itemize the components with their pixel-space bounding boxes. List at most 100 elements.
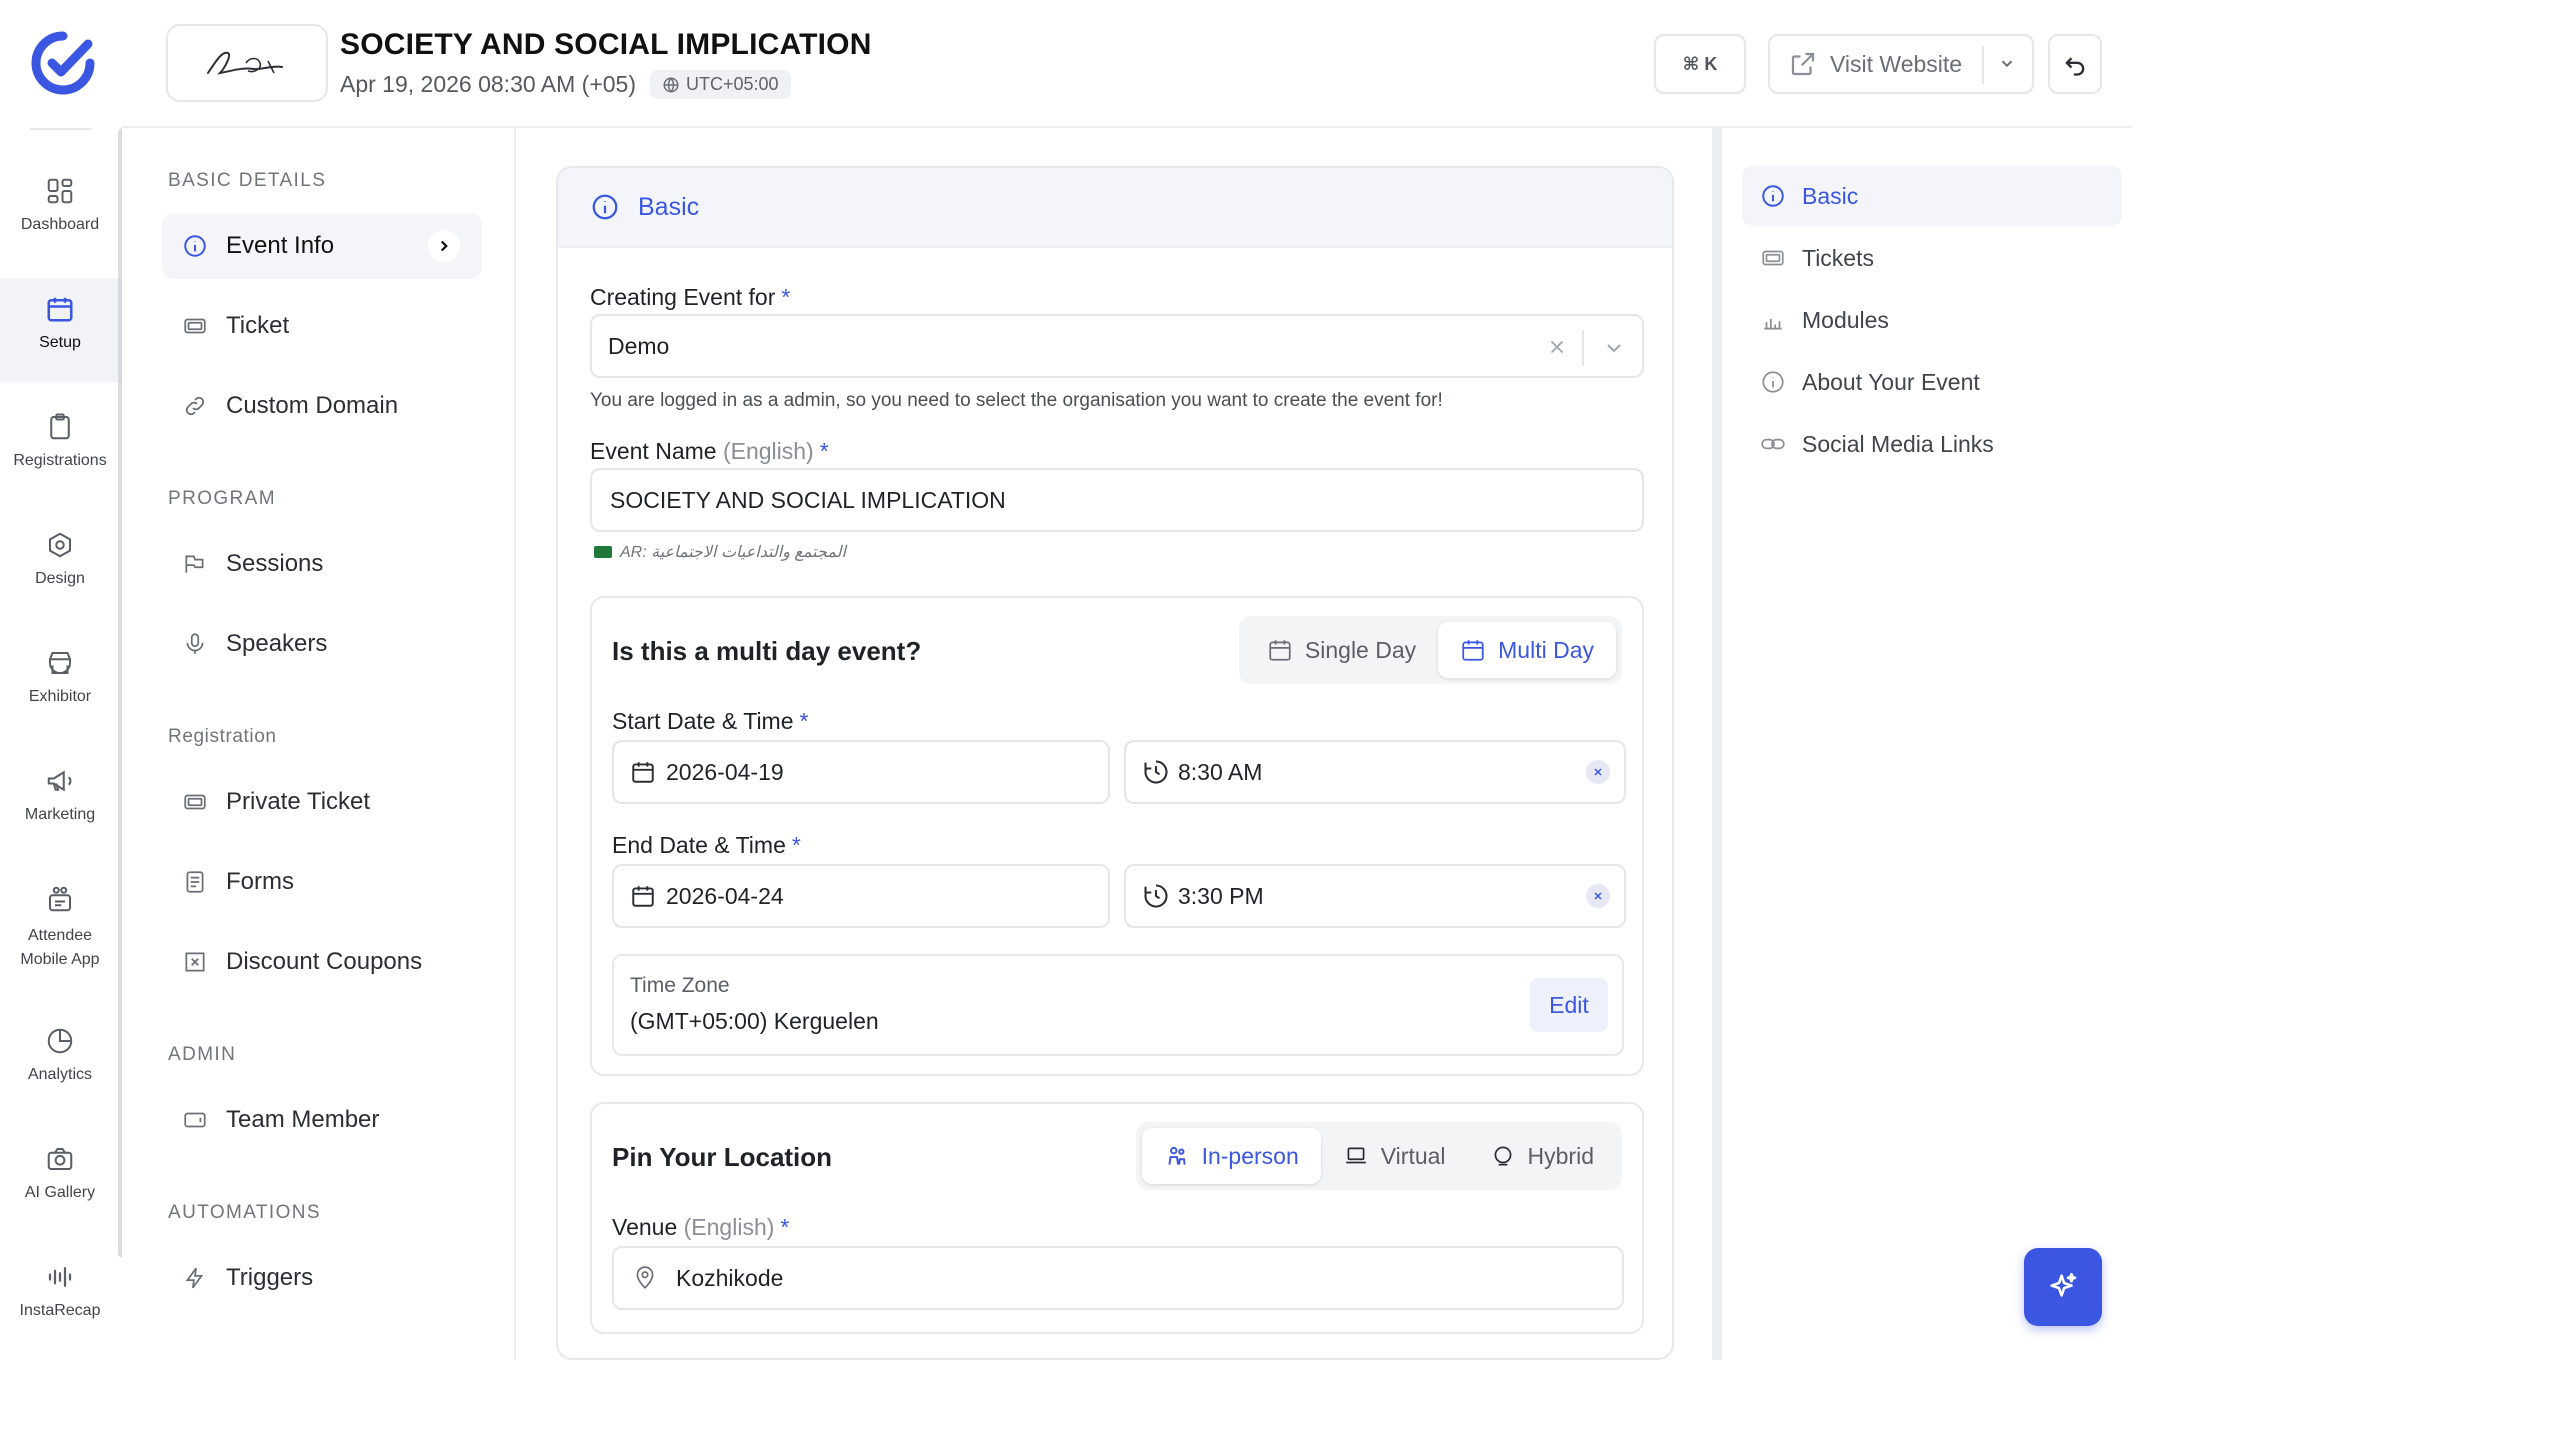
start-date-input[interactable]: 2026-04-19	[612, 740, 1110, 804]
section-sidebar: BASIC DETAILS Event Info Ticket Custom D…	[122, 128, 516, 1360]
multi-day-card: Is this a multi day event? Single Day Mu…	[590, 596, 1644, 1076]
rail-item-dashboard[interactable]: Dashboard	[0, 174, 120, 258]
section-item-team-member[interactable]: Team Member	[162, 1087, 482, 1153]
section-item-label: Triggers	[226, 1264, 314, 1291]
hybrid-icon	[1494, 1146, 1511, 1166]
clear-start-time-icon[interactable]	[1586, 760, 1610, 784]
main-content: Basic Creating Event for * Demo You are l…	[516, 128, 1712, 1360]
sparkle-icon	[2050, 1272, 2077, 1297]
organisation-hint: You are logged in as a admin, so you nee…	[590, 390, 1443, 411]
section-item-speakers[interactable]: Speakers	[162, 611, 482, 677]
rail-label: Marketing	[24, 806, 96, 823]
anchor-about-your-event[interactable]: About Your Event	[1742, 352, 2122, 412]
pie-chart-icon	[43, 1024, 77, 1058]
anchor-label: Basic	[1802, 182, 1859, 209]
start-time-input[interactable]: 8:30 AM	[1124, 740, 1626, 804]
timezone-edit-button[interactable]: Edit	[1530, 978, 1608, 1032]
multi-day-question: Is this a multi day event?	[612, 636, 922, 666]
label-language: (English)	[683, 1214, 775, 1240]
section-item-ticket[interactable]: Ticket	[162, 293, 482, 359]
ticket-icon	[180, 787, 210, 817]
sessions-icon	[180, 549, 210, 579]
ticket-icon	[1762, 250, 1784, 266]
rail-label: AI Gallery	[24, 1184, 96, 1201]
anchor-tickets[interactable]: Tickets	[1742, 228, 2122, 288]
section-heading-automations: AUTOMATIONS	[168, 1202, 321, 1223]
timezone-value: (GMT+05:00) Kerguelen	[630, 1008, 879, 1034]
rail-item-design[interactable]: Design	[0, 528, 120, 612]
clock-icon	[1144, 884, 1168, 908]
ai-assistant-button[interactable]	[2024, 1248, 2102, 1326]
undo-button[interactable]	[2048, 34, 2102, 94]
command-search-button[interactable]: ⌘ K	[1654, 34, 1746, 94]
section-item-private-ticket[interactable]: Private Ticket	[162, 769, 482, 835]
virtual-option[interactable]: Virtual	[1321, 1128, 1468, 1184]
venue-input[interactable]: Kozhikode	[612, 1246, 1624, 1310]
organisation-select[interactable]: Demo	[590, 314, 1644, 378]
section-item-forms[interactable]: Forms	[162, 849, 482, 915]
clear-icon[interactable]	[1546, 336, 1568, 358]
rail-label: Registrations	[13, 452, 107, 469]
section-item-discount-coupons[interactable]: Discount Coupons	[162, 929, 482, 995]
section-item-sessions[interactable]: Sessions	[162, 531, 482, 597]
anchor-modules[interactable]: Modules	[1742, 290, 2122, 350]
event-name-input[interactable]: SOCIETY AND SOCIAL IMPLICATION	[590, 468, 1644, 532]
rail-item-ai-gallery[interactable]: AI Gallery	[0, 1142, 120, 1226]
rail-item-attendee-app[interactable]: Attendee Mobile App	[0, 882, 120, 992]
section-item-label: Private Ticket	[226, 788, 371, 815]
multi-day-option[interactable]: Multi Day	[1438, 622, 1616, 678]
basic-card-header: Basic	[558, 168, 1672, 248]
in-person-option[interactable]: In-person	[1141, 1128, 1321, 1184]
section-item-event-info[interactable]: Event Info	[162, 213, 482, 279]
creating-for-label: Creating Event for *	[590, 284, 790, 311]
chevron-down-icon[interactable]	[1602, 336, 1626, 360]
event-title: SOCIETY AND SOCIAL IMPLICATION	[340, 28, 872, 61]
camera-icon	[43, 1142, 77, 1176]
end-date-value: 2026-04-24	[666, 882, 784, 909]
microphone-icon	[180, 629, 210, 659]
laptop-icon	[1346, 1147, 1366, 1164]
event-header: SOCIETY AND SOCIAL IMPLICATION Apr 19, 2…	[122, 0, 2132, 128]
clear-end-time-icon[interactable]	[1586, 884, 1610, 908]
section-item-triggers[interactable]: Triggers	[162, 1245, 482, 1311]
form-icon	[180, 867, 210, 897]
info-icon	[592, 194, 618, 220]
location-title: Pin Your Location	[612, 1142, 833, 1172]
visit-website-button[interactable]: Visit Website	[1768, 34, 2034, 94]
rail-item-analytics[interactable]: Analytics	[0, 1024, 120, 1108]
undo-icon	[2065, 57, 2085, 76]
section-item-label: Speakers	[226, 630, 328, 657]
location-mode-toggle: In-person Virtual Hybrid	[1135, 1122, 1622, 1190]
visit-website-label: Visit Website	[1830, 50, 1963, 77]
hybrid-option[interactable]: Hybrid	[1468, 1128, 1616, 1184]
rail-item-marketing[interactable]: Marketing	[0, 764, 120, 848]
end-time-input[interactable]: 3:30 PM	[1124, 864, 1626, 928]
timezone-label: Time Zone	[630, 974, 730, 997]
section-item-label: Team Member	[226, 1106, 380, 1133]
anchor-social-media-links[interactable]: Social Media Links	[1742, 414, 2122, 474]
design-icon	[43, 528, 77, 562]
app-rail: Dashboard Setup Registrations Design Exh…	[0, 0, 122, 1360]
event-date: Apr 19, 2026 08:30 AM (+05)	[340, 71, 637, 97]
info-icon	[180, 231, 210, 261]
rail-label: Setup	[39, 334, 81, 351]
end-date-input[interactable]: 2026-04-24	[612, 864, 1110, 928]
start-time-value: 8:30 AM	[1178, 758, 1263, 785]
select-separator	[1582, 330, 1584, 366]
section-item-custom-domain[interactable]: Custom Domain	[162, 373, 482, 439]
single-day-label: Single Day	[1304, 636, 1417, 663]
anchor-basic[interactable]: Basic	[1742, 166, 2122, 226]
label-text: Event Name	[590, 438, 717, 464]
single-day-option[interactable]: Single Day	[1245, 622, 1438, 678]
event-logo[interactable]	[166, 24, 328, 102]
clock-icon	[1144, 760, 1168, 784]
rail-item-exhibitor[interactable]: Exhibitor	[0, 646, 120, 730]
rail-item-registrations[interactable]: Registrations	[0, 410, 120, 494]
rail-divider	[30, 128, 92, 130]
required-mark: *	[799, 708, 809, 734]
required-mark: *	[791, 832, 801, 858]
chevron-down-icon[interactable]	[1996, 52, 2018, 74]
location-card: Pin Your Location In-person Virtual Hybr…	[590, 1102, 1644, 1334]
rail-item-instarecap[interactable]: InstaRecap	[0, 1260, 120, 1344]
rail-item-setup[interactable]: Setup	[0, 278, 120, 382]
